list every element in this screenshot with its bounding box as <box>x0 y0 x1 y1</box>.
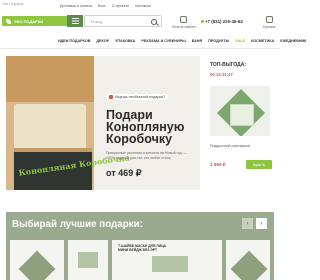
cart-button[interactable]: Корзина <box>263 16 275 29</box>
catalog-menu-button[interactable] <box>67 15 83 27</box>
brand-tag: Эко-Подарки <box>2 2 24 6</box>
main-nav: ИДЕИ ПОДАРКОВ ДЕКОР УПАКОВКА РЕКЛАМА И С… <box>58 39 306 47</box>
chevron-right-icon: › <box>260 220 263 227</box>
hero-banner[interactable]: Конопляная Коробочка Ищешь необычный под… <box>6 56 200 190</box>
search-placeholder: Я ищу <box>91 19 103 24</box>
top-bar: Эко-Подарки Доставка и оплата Блог О про… <box>0 0 280 12</box>
nav-item-planners[interactable]: ЕЖЕДНЕВНИК <box>280 39 306 47</box>
nav-item-decor[interactable]: ДЕКОР <box>96 39 109 47</box>
hero-title: Подари Конопляную Коробочку <box>106 108 185 146</box>
nav-item-gift-ideas[interactable]: ИДЕИ ПОДАРКОВ <box>58 39 90 47</box>
phone-number[interactable]: +7 (831) 225-45-64 <box>201 19 243 24</box>
product-price: 1 999 ₽ <box>210 162 226 167</box>
hero-description: Прекрасные растения и конопля на Новый г… <box>106 151 187 160</box>
product-name[interactable]: Подарочный сертификат <box>210 144 250 148</box>
sale-badge[interactable]: SALE <box>235 39 245 47</box>
hemp-box-image: Конопляная Коробочка <box>6 56 130 190</box>
product-image <box>78 252 98 268</box>
nav-item-cosmetics[interactable]: КОСМЕТИКА <box>251 39 274 47</box>
product-card[interactable] <box>226 240 270 280</box>
user-icon <box>180 16 188 23</box>
product-image <box>152 256 188 272</box>
nav-item-packaging[interactable]: УПАКОВКА <box>115 39 135 47</box>
top-link-delivery[interactable]: Доставка и оплата <box>60 4 92 8</box>
hero-text: Ищешь необычный подарок? Подари Коноплян… <box>106 86 196 179</box>
product-image <box>230 250 268 280</box>
top-link-blog[interactable]: Блог <box>98 4 106 8</box>
gift-bag-icon <box>109 95 113 99</box>
certificate-graphic <box>230 104 254 126</box>
nav-item-ads-souvenirs[interactable]: РЕКЛАМА И СУВЕНИРЫ <box>141 39 185 47</box>
carousel-prev-button[interactable]: ‹ <box>242 218 253 229</box>
top-link-contacts[interactable]: Контакты <box>135 4 151 8</box>
hero-pill: Ищешь необычный подарок? <box>106 94 169 100</box>
cart-icon <box>265 16 273 23</box>
carousel-next-button[interactable]: › <box>256 218 267 229</box>
buy-button[interactable]: Купить <box>246 160 272 169</box>
nav-item-products[interactable]: ПРОДУКТЫ <box>208 39 229 47</box>
product-image <box>18 250 56 280</box>
product-card[interactable]: Т-ШАЙБЕ МАСКИ ДЛЯ ЛИЦА МИНИ БЕЙДЖ БЕЗ ЭРТ <box>112 240 222 280</box>
gift-certificate-image[interactable] <box>210 86 270 136</box>
search-icon[interactable] <box>151 18 157 25</box>
box-filling <box>14 104 86 150</box>
logo-text: ЭКО ПОДАРКИ <box>14 18 44 24</box>
countdown-timer: 00:14:31:47 <box>210 72 233 77</box>
top-link-about[interactable]: О проекте <box>112 4 129 8</box>
product-card[interactable] <box>10 240 64 280</box>
leaf-icon <box>6 18 11 24</box>
account-label: Личный кабинет <box>172 25 196 29</box>
chevron-left-icon: ‹ <box>246 220 249 227</box>
menu-icon <box>71 18 79 24</box>
hero-price: от 469 ₽ <box>106 168 142 179</box>
account-button[interactable]: Личный кабинет <box>172 16 196 29</box>
cart-label: Корзина <box>263 25 276 29</box>
nav-item-bath[interactable]: БАНЯ <box>192 39 203 47</box>
top-links: Доставка и оплата Блог О проекте Контакт… <box>60 4 151 8</box>
top-deal-title: ТОП-ВЫГОДА: <box>210 62 247 68</box>
hero-pill-text: Ищешь необычный подарок? <box>115 95 166 99</box>
top-deal-card[interactable]: ТОП-ВЫГОДА: 00:14:31:47 Подарочный серти… <box>206 56 274 190</box>
best-gifts-section: Выбирай лучшие подарки: ‹ › Т-ШАЙБЕ МАСК… <box>6 212 274 280</box>
search-input[interactable]: Я ищу <box>84 15 162 27</box>
kraft-paper <box>6 56 94 102</box>
phone-icon <box>201 20 204 23</box>
section-title: Выбирай лучшие подарки: <box>12 219 143 230</box>
product-card-label: Т-ШАЙБЕ МАСКИ ДЛЯ ЛИЦА МИНИ БЕЙДЖ БЕЗ ЭРТ <box>118 244 167 253</box>
product-card[interactable] <box>68 240 108 280</box>
nav-divider <box>0 48 280 49</box>
